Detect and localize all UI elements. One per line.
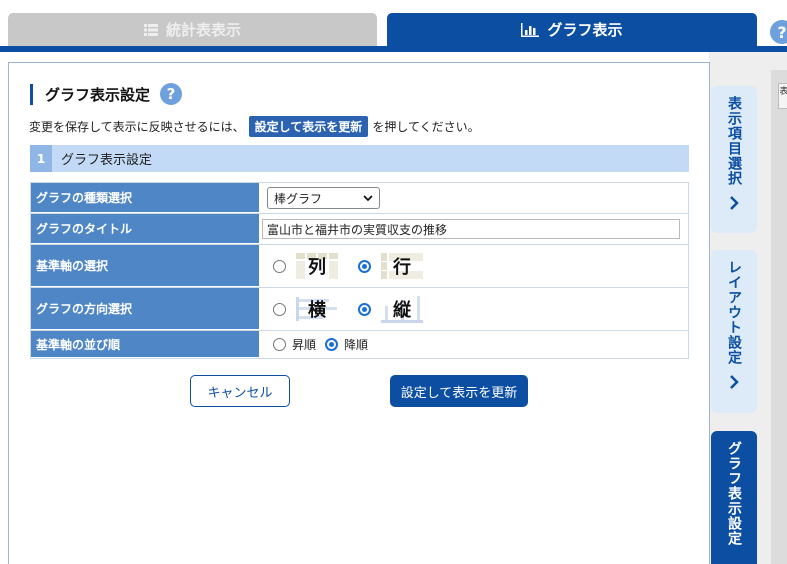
side-strip-tab[interactable]: 表 [778, 83, 787, 109]
order-desc-label[interactable]: 降順 [344, 336, 368, 353]
help-icon[interactable]: ? [160, 83, 183, 105]
side-tab-layout[interactable]: レイアウト設定 [711, 250, 757, 413]
bar-chart-icon [521, 22, 540, 37]
chevron-down-icon [363, 192, 373, 205]
order-asc-radio[interactable] [273, 338, 286, 351]
axis-row-text: 行 [393, 257, 411, 278]
section-number: 1 [30, 145, 52, 172]
form-row-title: グラフのタイトル 富山市と福井市の実質収支の推移 [30, 214, 689, 245]
side-tab-graph-settings[interactable]: グラフ表示設定 [711, 431, 757, 564]
direction-horizontal-text: 横 [308, 300, 326, 321]
instruction-pill: 設定して表示を更新 [248, 116, 369, 137]
section-title: グラフ表示設定 [61, 153, 153, 168]
instruction-text: 変更を保存して表示に反映させるには、 設定して表示を更新 を押してください。 [29, 116, 480, 137]
chevron-right-icon [729, 196, 739, 214]
cancel-button[interactable]: キャンセル [190, 375, 290, 407]
direction-vertical-text: 縦 [393, 300, 411, 321]
axis-column-option[interactable]: 列 [294, 251, 340, 281]
section-header: 1 グラフ表示設定 [30, 145, 689, 172]
tab-stats-label: 統計表表示 [165, 21, 241, 39]
tab-underline [0, 46, 787, 52]
chart-type-select[interactable]: 棒グラフ [267, 187, 380, 209]
side-strip [771, 70, 787, 564]
direction-horizontal-option[interactable]: 横 [294, 294, 340, 324]
direction-vertical-radio[interactable] [358, 302, 371, 316]
graph-title-label: グラフのタイトル [31, 214, 259, 244]
direction-vertical-option[interactable]: 縦 [379, 294, 425, 324]
direction-horizontal-radio[interactable] [273, 302, 286, 316]
chevron-right-icon [729, 375, 739, 393]
axis-row-option[interactable]: 行 [379, 251, 425, 281]
order-desc-radio[interactable] [325, 338, 339, 351]
instruction-after: を押してください。 [372, 120, 480, 134]
axis-row-radio[interactable] [358, 259, 371, 273]
axis-column-text: 列 [308, 257, 326, 278]
tab-graph[interactable]: グラフ表示 [387, 13, 757, 46]
tab-graph-label: グラフ表示 [547, 21, 623, 39]
form-row-direction: グラフの方向選択 横 縦 [30, 288, 689, 331]
order-asc-label[interactable]: 昇順 [292, 336, 316, 353]
order-label: 基準軸の並び順 [31, 331, 259, 358]
side-tab-layout-label: レイアウト設定 [726, 260, 742, 365]
form-row-axis: 基準軸の選択 列 行 [30, 245, 689, 288]
chart-type-label: グラフの種類選択 [31, 183, 259, 213]
tab-stats-table[interactable]: 統計表表示 [8, 13, 377, 46]
form-row-order: 基準軸の並び順 昇順 降順 [30, 331, 689, 359]
axis-column-radio[interactable] [273, 259, 286, 273]
instruction-before: 変更を保存して表示に反映させるには、 [29, 120, 245, 134]
graph-title-input[interactable]: 富山市と福井市の実質収支の推移 [262, 219, 680, 239]
help-icon[interactable]: ? [770, 20, 787, 44]
side-tab-display-items-label: 表示項目選択 [726, 96, 742, 186]
heading-bar [30, 83, 33, 105]
direction-select-label: グラフの方向選択 [31, 288, 259, 330]
panel-heading: グラフ表示設定 ? [30, 83, 183, 105]
update-display-button[interactable]: 設定して表示を更新 [390, 375, 528, 407]
form-row-chart-type: グラフの種類選択 棒グラフ [30, 182, 689, 214]
page-title: グラフ表示設定 [45, 85, 151, 104]
side-tab-display-items[interactable]: 表示項目選択 [711, 86, 757, 233]
list-icon [143, 23, 158, 36]
side-tab-graph-settings-label: グラフ表示設定 [726, 441, 742, 546]
chart-type-value: 棒グラフ [274, 191, 323, 206]
axis-select-label: 基準軸の選択 [31, 245, 259, 287]
